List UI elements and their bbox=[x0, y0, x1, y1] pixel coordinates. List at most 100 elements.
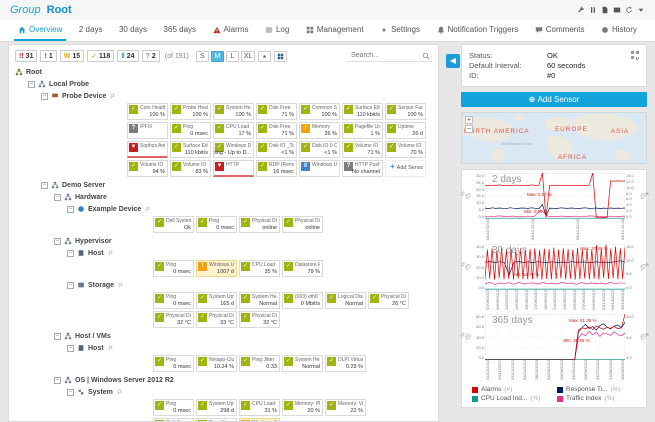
window-caret-button[interactable] bbox=[637, 1, 645, 19]
collapse-toggle[interactable] bbox=[67, 345, 74, 352]
tree-node-label[interactable]: Example Device bbox=[88, 206, 141, 213]
sensor-tile-probe-health[interactable]: ✓Probe Health100 % bbox=[170, 103, 211, 120]
sensor-tile-003-eth0-traf[interactable]: ✓(003) eth0 Traf...0 Mbit/s bbox=[282, 292, 323, 309]
sensor-tile-cpu-load[interactable]: ✓CPU Load31 % bbox=[239, 399, 280, 416]
sensor-tile-dlpi-virtual-a[interactable]: ✓DLPI Virtual A...0.29 % bbox=[325, 355, 366, 372]
sensor-tile-pagefile-usage[interactable]: ✓Pagefile Usage1 % bbox=[342, 122, 383, 139]
sensor-tile-physical-disk[interactable]: ✓Physical Disk: ...32 °C bbox=[239, 311, 280, 328]
tree-node-label[interactable]: Storage bbox=[88, 282, 114, 289]
collapse-toggle[interactable] bbox=[67, 282, 74, 289]
graph-area[interactable]: 80.060.040.020.00.0365 daysMax: 61.35 %M… bbox=[471, 314, 639, 380]
sensor-tile-disk-free[interactable]: ✓Disk Free71 % bbox=[256, 103, 297, 120]
sensor-tile-physical-disk-0[interactable]: ✓Physical Disk 0...online bbox=[239, 216, 280, 233]
tab-settings[interactable]: Settings bbox=[376, 20, 424, 41]
sensor-tile-surface-ethern[interactable]: ✓Surface Ethern...110 kbit/s bbox=[170, 141, 211, 158]
collapse-toggle[interactable] bbox=[54, 238, 61, 245]
collapse-toggle[interactable] bbox=[67, 206, 74, 213]
graph-options-button[interactable] bbox=[639, 187, 646, 205]
tab-history[interactable]: History bbox=[597, 20, 641, 41]
sensor-tile-volume-io-har[interactable]: ✓Volume IO Har...94 % bbox=[127, 160, 168, 177]
tree-node-label[interactable]: Host bbox=[88, 345, 104, 352]
graph-options-button[interactable] bbox=[639, 258, 646, 276]
sensor-tile-ping[interactable]: ✓Ping0 msec bbox=[153, 292, 194, 309]
sensor-tile-physical-disk[interactable]: ✓Physical Disk: ...26 °C bbox=[368, 292, 409, 309]
tree-node-label[interactable]: System bbox=[88, 389, 113, 396]
status-filter-chip[interactable]: ?2 bbox=[142, 50, 160, 62]
window-wrench-button[interactable] bbox=[577, 1, 585, 19]
window-doc-button[interactable] bbox=[601, 1, 609, 19]
add-sensor-button[interactable]: Add Sensor bbox=[461, 92, 647, 107]
sensor-tile-windows-upda[interactable]: !Windows Upda...1007 d bbox=[239, 418, 280, 422]
collapse-panel-button[interactable]: ◀ bbox=[446, 54, 460, 68]
tree-node-label[interactable]: Host bbox=[88, 250, 104, 257]
collapse-toggle[interactable] bbox=[41, 93, 48, 100]
sensor-tile-physical-disk[interactable]: ✓Physical Disk: ...33 °C bbox=[196, 311, 237, 328]
search-input[interactable] bbox=[349, 51, 419, 60]
sensor-tile-system-health[interactable]: ✓System HealthNormal bbox=[239, 292, 280, 309]
status-filter-chip[interactable]: ‖24 bbox=[117, 50, 138, 62]
graph-pin-button[interactable] bbox=[464, 187, 471, 205]
sensor-tile-memory-virtu[interactable]: ✓Memory: Virtu...22 % bbox=[325, 399, 366, 416]
collapse-toggle[interactable] bbox=[41, 182, 48, 189]
sensor-tile-ping[interactable]: ✓Ping0 msec bbox=[153, 399, 194, 416]
sensor-tile-cpu-load[interactable]: ✓CPU Load35 % bbox=[239, 260, 280, 277]
sensor-tile-ping[interactable]: ✓Ping0 msec bbox=[153, 260, 194, 277]
sensor-tile-windows-defe[interactable]: ✓Windows Defe...Running - Up to D... bbox=[213, 141, 254, 158]
map-zoom-out-button[interactable]: − bbox=[465, 125, 473, 133]
sensor-tile-system-uptime[interactable]: ✓System Uptime165 d bbox=[196, 292, 237, 309]
sensor-tile-volume-io-c[interactable]: ✓Volume IO C:70 % bbox=[385, 141, 426, 158]
sensor-tile-dell-system-he[interactable]: ✓Dell System He...Ok bbox=[153, 216, 194, 233]
sensor-tile-ping-jitter[interactable]: ✓Ping Jitter0.33 bbox=[239, 355, 280, 372]
tree-node-label[interactable]: Local Probe bbox=[49, 81, 89, 88]
graph-area[interactable]: 40.030.020.010.00.030 daysMax: 37.48 %Mi… bbox=[471, 244, 639, 310]
graph-pin-button[interactable] bbox=[464, 258, 471, 276]
tree-node-label[interactable]: OS | Windows Server 2012 R2 bbox=[75, 377, 174, 384]
size-button-s[interactable]: S bbox=[196, 51, 209, 62]
tile-view-button[interactable] bbox=[274, 51, 287, 62]
sensor-tile-windows-upda[interactable]: ‖Windows Upda... bbox=[299, 160, 340, 177]
status-filter-chip[interactable]: ✓118 bbox=[87, 50, 114, 62]
collapse-toggle[interactable] bbox=[67, 250, 74, 257]
sensor-tile-common-saas[interactable]: ✓Common SaaS...100 % bbox=[299, 103, 340, 120]
sensor-tile-physical-disk-0[interactable]: ✓Physical Disk 0...online bbox=[282, 216, 323, 233]
window-mail-button[interactable] bbox=[613, 1, 621, 19]
sensor-tile-sensor-factory[interactable]: ✓Sensor Factory100 % bbox=[385, 103, 426, 120]
sensor-tile-rdp-remote[interactable]: ✓RDP (Remote ...16 msec bbox=[256, 160, 297, 177]
sensor-tile-core-health[interactable]: ✓Core Health100 % bbox=[127, 103, 168, 120]
sensor-tile-netapp-cluster[interactable]: ✓Netapp-Cluster...10.24 % bbox=[196, 355, 237, 372]
graph-area[interactable]: 30.025.020.015.010.05.00.02 daysMax: 5.0… bbox=[471, 173, 639, 240]
graph-options-button[interactable] bbox=[639, 328, 646, 346]
sensor-tile-logical-disk-v[interactable]: ✓Logical Disk: V...Normal bbox=[325, 292, 366, 309]
tab-30-days[interactable]: 30 days bbox=[115, 20, 151, 41]
sensor-tile-ipfix[interactable]: ?IPFIX bbox=[127, 122, 168, 139]
sensor-tile-windows-upda[interactable]: !Windows Upda...1007 d bbox=[196, 260, 237, 277]
sensor-tile-system-uptime[interactable]: ✓System Uptime298 d bbox=[196, 399, 237, 416]
collapse-toggle[interactable] bbox=[54, 377, 61, 384]
collapse-toggle[interactable] bbox=[28, 81, 35, 88]
window-refresh-button[interactable] bbox=[625, 1, 633, 19]
sensor-tile-ping[interactable]: ✓Ping0 msec bbox=[196, 216, 237, 233]
status-filter-chip[interactable]: W15 bbox=[60, 50, 84, 62]
collapse-toggle[interactable] bbox=[54, 333, 61, 340]
geo-map[interactable]: + − NORTH AMERICAEUROPEASIAAFRICANorth A… bbox=[461, 112, 647, 164]
collapse-toggle[interactable] bbox=[54, 194, 61, 201]
add-sensor-tile[interactable]: +Add Sensor bbox=[385, 160, 426, 177]
size-button-xl[interactable]: XL bbox=[241, 51, 256, 62]
sensor-tile-system-health[interactable]: ✓System HealthNormal bbox=[282, 355, 323, 372]
tab-comments[interactable]: Comments bbox=[531, 20, 589, 41]
sensor-tile-http-push-da[interactable]: ?HTTP Push Da...No channel bbox=[342, 160, 383, 177]
tree-node-label[interactable]: Host / VMs bbox=[75, 333, 111, 340]
size-button-l[interactable]: L bbox=[226, 51, 239, 62]
tab-notification-triggers[interactable]: Notification Triggers bbox=[433, 20, 523, 41]
sensor-tile-disk-free[interactable]: ✓Disk Free71 % bbox=[256, 122, 297, 139]
sensor-tile-physical-disk[interactable]: ✓Physical Disk: ...32 °C bbox=[153, 311, 194, 328]
sensor-tile-http[interactable]: ▼HTTP bbox=[213, 160, 254, 177]
tab-alarms[interactable]: Alarms bbox=[209, 20, 253, 41]
sensor-tile-memory[interactable]: !Memory26 % bbox=[299, 122, 340, 139]
map-zoom-in-button[interactable]: + bbox=[465, 116, 473, 124]
sensor-tile-volume-io-har[interactable]: ✓Volume IO Har...83 % bbox=[170, 160, 211, 177]
sensor-tile-disk-io-total[interactable]: ✓Disk IO _Total<1 % bbox=[256, 141, 297, 158]
qr-code-icon[interactable] bbox=[630, 50, 640, 60]
sensor-tile-disk-free-c[interactable]: ✓Disk Free: C:\30 % bbox=[153, 418, 194, 422]
collapse-toggle[interactable] bbox=[67, 389, 74, 396]
